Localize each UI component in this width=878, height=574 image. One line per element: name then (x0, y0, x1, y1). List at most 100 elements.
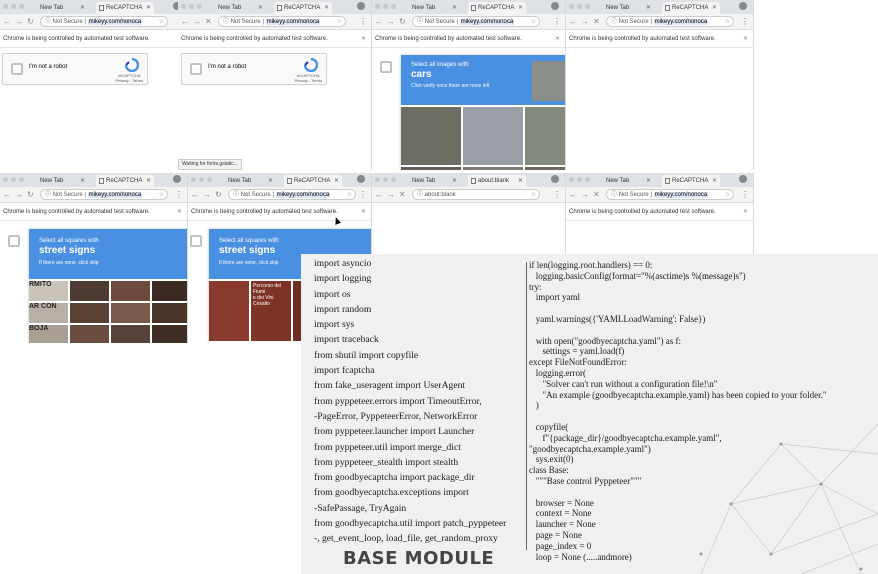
tab-new-tab[interactable]: New Tab ✕ (30, 2, 88, 14)
back-icon[interactable]: ← (569, 189, 577, 201)
forward-icon[interactable]: → (193, 16, 201, 28)
address-bar[interactable]: ⓘ Not Secure | mikeyy.com/nonoca ☆ (606, 189, 734, 200)
forward-icon[interactable]: → (387, 16, 395, 28)
address-bar[interactable]: ⓘ Not Secure | mikeyy.com/nonoca ☆ (40, 16, 168, 27)
stop-icon[interactable]: ✕ (593, 16, 600, 28)
forward-icon[interactable]: → (387, 189, 395, 201)
address-bar[interactable]: ⓘ Not Secure | mikeyy.com/nonoca ☆ (606, 16, 734, 27)
reload-icon[interactable]: ↻ (215, 189, 222, 201)
menu-icon[interactable]: ⋮ (741, 189, 749, 201)
challenge-tile[interactable] (111, 303, 150, 323)
close-tab-icon[interactable]: ✕ (518, 2, 523, 14)
reload-icon[interactable]: ↻ (27, 16, 34, 28)
profile-icon[interactable] (357, 2, 365, 10)
profile-icon[interactable] (739, 2, 747, 10)
back-icon[interactable]: ← (569, 16, 577, 28)
tab-new-tab[interactable]: New Tab ✕ (30, 175, 88, 187)
challenge-tile[interactable]: RMITO (29, 281, 68, 301)
forward-icon[interactable]: → (15, 16, 23, 28)
forward-icon[interactable]: → (15, 189, 23, 201)
profile-icon[interactable] (173, 175, 181, 183)
window-controls[interactable] (191, 177, 212, 182)
challenge-tile[interactable] (152, 325, 187, 343)
tab-new-tab[interactable]: New Tab ✕ (218, 175, 276, 187)
tab-recaptcha[interactable]: ReCAPTCHA ✕ (274, 2, 332, 14)
window-controls[interactable] (181, 4, 202, 9)
tab-recaptcha[interactable]: ReCAPTCHA ✕ (662, 175, 720, 187)
challenge-tile[interactable] (152, 281, 187, 301)
challenge-tile[interactable] (70, 325, 109, 343)
bookmark-star-icon[interactable]: ☆ (159, 190, 164, 199)
close-tab-icon[interactable]: ✕ (646, 2, 651, 14)
tab-new-tab[interactable]: New Tab ✕ (596, 2, 654, 14)
tab-about-blank[interactable]: about:blank ✕ (468, 175, 526, 187)
close-infobar-icon[interactable]: ✕ (177, 204, 182, 221)
back-icon[interactable]: ← (191, 189, 199, 201)
address-bar[interactable]: ⓘ about:blank ☆ (412, 189, 540, 200)
close-tab-icon[interactable]: ✕ (258, 2, 263, 14)
address-bar[interactable]: ⓘ Not Secure | mikeyy.com/nonoca ☆ (228, 189, 356, 200)
close-tab-icon[interactable]: ✕ (518, 175, 523, 187)
tab-new-tab[interactable]: New Tab ✕ (402, 175, 460, 187)
menu-icon[interactable]: ⋮ (553, 189, 561, 201)
bookmark-star-icon[interactable]: ☆ (531, 17, 536, 26)
tab-recaptcha[interactable]: ReCAPTCHA ✕ (284, 175, 342, 187)
tab-recaptcha[interactable]: ReCAPTCHA ✕ (96, 2, 154, 14)
back-icon[interactable]: ← (3, 189, 11, 201)
close-tab-icon[interactable]: ✕ (646, 175, 651, 187)
tab-new-tab[interactable]: New Tab ✕ (402, 2, 460, 14)
challenge-tile[interactable] (463, 107, 523, 165)
stop-icon[interactable]: ✕ (593, 189, 600, 201)
challenge-tile[interactable] (525, 107, 565, 165)
window-controls[interactable] (3, 4, 24, 9)
close-infobar-icon[interactable]: ✕ (361, 31, 366, 48)
close-tab-icon[interactable]: ✕ (712, 2, 717, 14)
reload-icon[interactable]: ↻ (399, 16, 406, 28)
tab-new-tab[interactable]: New Tab ✕ (208, 2, 266, 14)
close-infobar-icon[interactable]: ✕ (743, 31, 748, 48)
bookmark-star-icon[interactable]: ☆ (347, 190, 352, 199)
close-infobar-icon[interactable]: ✕ (361, 204, 366, 221)
window-controls[interactable] (569, 177, 590, 182)
challenge-tile[interactable] (401, 107, 461, 165)
reload-icon[interactable]: ↻ (27, 189, 34, 201)
back-icon[interactable]: ← (375, 16, 383, 28)
menu-icon[interactable]: ⋮ (553, 16, 561, 28)
close-tab-icon[interactable]: ✕ (452, 175, 457, 187)
recaptcha-checkbox[interactable] (11, 63, 23, 75)
challenge-tile[interactable] (152, 303, 187, 323)
back-icon[interactable]: ← (181, 16, 189, 28)
recaptcha-checkbox[interactable] (190, 63, 202, 75)
address-bar[interactable]: ⓘ Not Secure | mikeyy.com/nonoca ☆ (218, 16, 346, 27)
close-tab-icon[interactable]: ✕ (268, 175, 273, 187)
window-controls[interactable] (569, 4, 590, 9)
bookmark-star-icon[interactable]: ☆ (725, 190, 730, 199)
recaptcha-checkbox[interactable] (380, 61, 392, 73)
recaptcha-checkbox[interactable] (8, 235, 20, 247)
profile-icon[interactable] (357, 175, 365, 183)
stop-icon[interactable]: ✕ (205, 16, 212, 28)
recaptcha-checkbox[interactable] (190, 235, 202, 247)
challenge-tile[interactable] (209, 281, 249, 341)
close-infobar-icon[interactable]: ✕ (743, 204, 748, 221)
menu-icon[interactable]: ⋮ (175, 189, 183, 201)
close-infobar-icon[interactable]: ✕ (555, 31, 560, 48)
close-tab-icon[interactable]: ✕ (712, 175, 717, 187)
challenge-tile[interactable] (70, 281, 109, 301)
menu-icon[interactable]: ⋮ (359, 16, 367, 28)
menu-icon[interactable]: ⋮ (741, 16, 749, 28)
close-tab-icon[interactable]: ✕ (146, 2, 151, 14)
challenge-tile[interactable] (463, 167, 523, 170)
bookmark-star-icon[interactable]: ☆ (159, 17, 164, 26)
close-tab-icon[interactable]: ✕ (146, 175, 151, 187)
forward-icon[interactable]: → (581, 16, 589, 28)
close-tab-icon[interactable]: ✕ (334, 175, 339, 187)
challenge-tile[interactable]: AR CON (29, 303, 68, 323)
address-bar[interactable]: ⓘ Not Secure | mikeyy.com/nonoca ☆ (40, 189, 168, 200)
profile-icon[interactable] (551, 175, 559, 183)
profile-icon[interactable] (551, 2, 559, 10)
challenge-tile[interactable] (111, 325, 150, 343)
challenge-tile[interactable] (401, 167, 461, 170)
stop-icon[interactable]: ✕ (399, 189, 406, 201)
bookmark-star-icon[interactable]: ☆ (531, 190, 536, 199)
